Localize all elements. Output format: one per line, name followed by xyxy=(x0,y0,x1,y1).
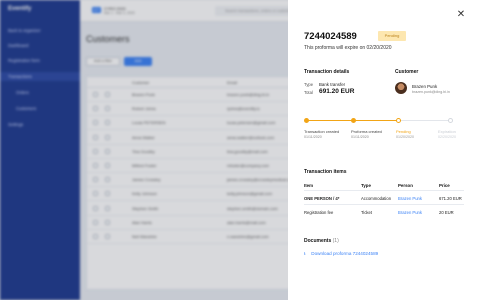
item-name: Registration fee xyxy=(304,210,334,215)
timeline-step-label: Pending xyxy=(396,129,411,134)
documents-heading: Documents (1) xyxy=(304,238,339,244)
customer-name[interactable]: Brazen Punk xyxy=(412,84,437,89)
item-price: 20 EUR xyxy=(439,210,454,215)
close-icon[interactable]: ✕ xyxy=(456,10,466,20)
timeline-remaining xyxy=(401,120,451,122)
status-badge: Pending xyxy=(378,31,406,41)
items-column-price: Price xyxy=(439,183,450,188)
item-name: ONE PERSON / 4* xyxy=(304,196,340,201)
type-value: Bank transfer xyxy=(319,82,346,87)
items-column-item: Item xyxy=(304,183,314,188)
type-label: Type xyxy=(304,82,314,87)
items-divider xyxy=(304,204,464,205)
total-value: 691.20 EUR xyxy=(319,88,355,95)
timeline-dot-current xyxy=(396,118,401,123)
item-type: Ticket xyxy=(361,210,373,215)
transaction-items-heading: Transaction items xyxy=(304,169,347,175)
timeline-step-label: Expiration xyxy=(438,129,456,134)
timeline-dot-done xyxy=(304,118,309,123)
customer-email: brazen.punk@ding.bi.in xyxy=(412,90,450,94)
avatar xyxy=(395,82,407,94)
items-divider xyxy=(304,190,464,191)
item-person-link[interactable]: Brazen Punk xyxy=(398,210,422,215)
item-type: Accommodation xyxy=(361,196,392,201)
documents-heading-label: Documents xyxy=(304,238,332,244)
total-label: Total xyxy=(304,90,313,95)
customer-heading: Customer xyxy=(395,69,419,75)
item-price: 671.20 EUR xyxy=(439,196,462,201)
timeline-step-date: 01/11/2020 xyxy=(351,135,369,139)
proforma-number: 7244024589 xyxy=(304,31,357,42)
items-column-type: Type xyxy=(361,183,371,188)
timeline-step-date: 01/11/2020 xyxy=(304,135,322,139)
timeline-dot-future xyxy=(448,118,453,123)
download-proforma-label: Download proforma 7244024589 xyxy=(311,251,379,256)
proforma-detail-panel: ✕ 7244024589 Pending This proforma will … xyxy=(288,0,480,300)
timeline-step-date: 01/20/2020 xyxy=(396,135,414,139)
timeline-step-date: 02/20/2020 xyxy=(438,135,456,139)
item-person-link[interactable]: Brazen Punk xyxy=(398,196,422,201)
timeline-dot-done xyxy=(351,118,356,123)
download-icon: ⭳ xyxy=(304,251,306,256)
documents-count: (1) xyxy=(332,238,339,244)
transaction-details-heading: Transaction details xyxy=(304,69,350,75)
items-column-person: Person xyxy=(398,183,413,188)
download-proforma-link[interactable]: ⭳ Download proforma 7244024589 xyxy=(304,250,378,258)
timeline-step-label: Transaction created xyxy=(304,129,340,134)
expiry-text: This proforma will expire on 02/20/2020 xyxy=(304,45,392,51)
timeline-step-label: Proforma created xyxy=(351,129,382,134)
